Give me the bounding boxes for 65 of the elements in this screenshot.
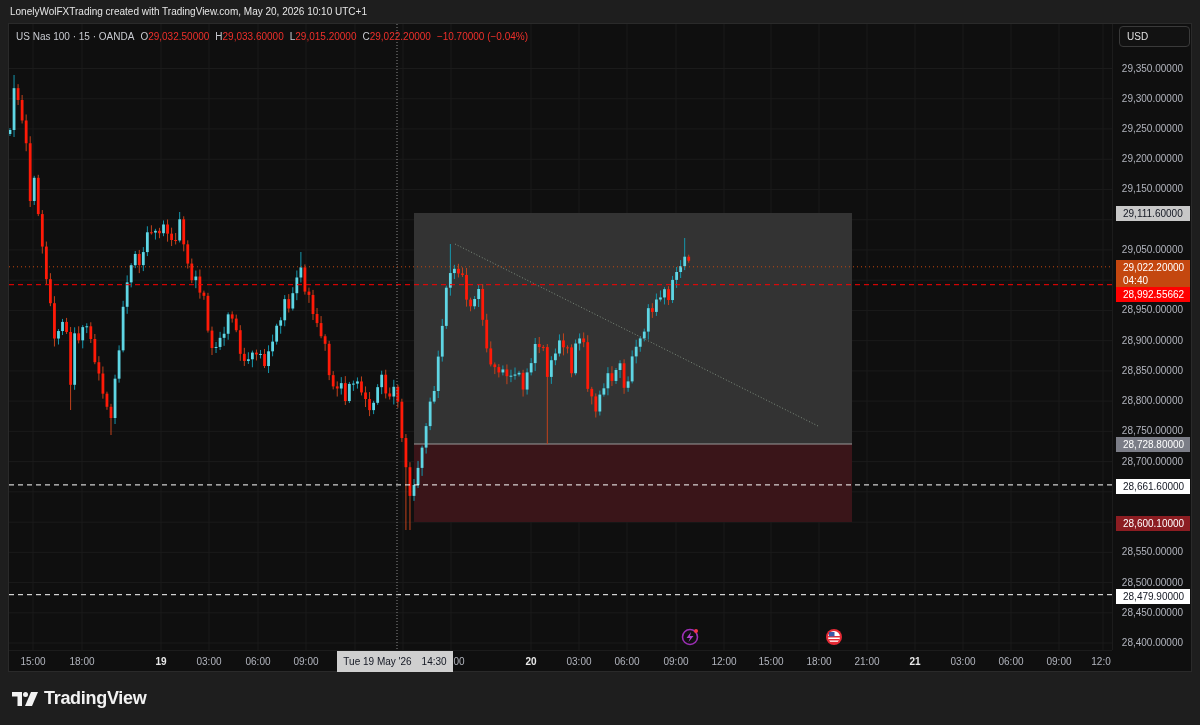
date-tick-label: 19 <box>155 655 167 669</box>
range-rectangle[interactable] <box>414 213 852 444</box>
time-tick-label: 06:00 <box>998 655 1024 669</box>
crosshair-date: Tue 19 May '26 <box>343 656 412 667</box>
time-tick-label: 21:00 <box>854 655 880 669</box>
time-tick-label: 03:00 <box>566 655 592 669</box>
time-tick-label: 18:00 <box>806 655 832 669</box>
price-label: 28,992.55662 <box>1116 287 1190 302</box>
price-tick-label: 28,550.00000 <box>1121 545 1183 560</box>
price-tick-label: 28,450.00000 <box>1121 605 1183 620</box>
ohlc-value: 29,015.20000 <box>295 30 357 43</box>
ohlc-value: 29,032.50000 <box>148 30 210 43</box>
price-tick-label: 29,350.00000 <box>1121 61 1183 76</box>
time-tick-label: 15:00 <box>758 655 784 669</box>
price-tick-label: 28,700.00000 <box>1121 454 1183 469</box>
price-tick-label: 28,950.00000 <box>1121 303 1183 318</box>
time-tick-label: 00 <box>453 655 465 669</box>
ohlc-value: 29,022.20000 <box>369 30 431 43</box>
ohlc-label: H <box>215 30 223 43</box>
time-tick-label: 03:00 <box>196 655 222 669</box>
symbol-name: US Nas 100 · 15 · OANDA <box>16 30 135 43</box>
price-change: −10.70000 (−0.04%) <box>436 30 529 43</box>
time-tick-label: 09:00 <box>663 655 689 669</box>
price-label: 28,600.10000 <box>1116 516 1190 531</box>
price-value: 29,022.20000 <box>1123 261 1185 274</box>
zone-rectangle[interactable] <box>414 444 852 522</box>
chart-caption: LonelyWolFXTrading created with TradingView.com, May 20, 2026 10:10 UTC+1 <box>10 6 367 17</box>
price-tick-label: 28,800.00000 <box>1121 394 1183 409</box>
ohlc-value: 29,033.60000 <box>222 30 284 43</box>
logo-icon <box>12 691 38 706</box>
price-label: 29,111.60000 <box>1116 206 1190 221</box>
price-tick-label: 28,900.00000 <box>1121 333 1183 348</box>
time-tick-label: 12:0 <box>1091 655 1111 669</box>
time-tick-label: 06:00 <box>614 655 640 669</box>
date-tick-label: 21 <box>909 655 921 669</box>
price-tick-label: 28,400.00000 <box>1121 636 1183 651</box>
brand-name: TradingView <box>44 688 147 709</box>
ohlc-label: L <box>289 30 296 43</box>
price-tick-label: 28,850.00000 <box>1121 363 1183 378</box>
price-tick-label: 29,250.00000 <box>1121 121 1183 136</box>
currency-button[interactable]: USD <box>1119 26 1190 47</box>
time-tick-label: 06:00 <box>245 655 271 669</box>
price-tick-label: 29,150.00000 <box>1121 182 1183 197</box>
price-tick-label: 29,300.00000 <box>1121 91 1183 106</box>
price-label: 28,728.80000 <box>1116 437 1190 452</box>
flag-icon[interactable] <box>826 629 842 645</box>
time-tick-label: 15:00 <box>20 655 46 669</box>
time-tick-label: 09:00 <box>1046 655 1072 669</box>
ohlc-label: C <box>362 30 370 43</box>
price-tick-label: 29,200.00000 <box>1121 152 1183 167</box>
time-tick-label: 03:00 <box>950 655 976 669</box>
trend-line[interactable] <box>454 243 819 427</box>
crosshair-time: 14:30 <box>421 656 447 667</box>
time-tick-label: 09:00 <box>293 655 319 669</box>
price-tick-label: 28,750.00000 <box>1121 424 1183 439</box>
time-tick-label: 12:00 <box>711 655 737 669</box>
ohlc-label: O <box>140 30 149 43</box>
lightning-icon[interactable] <box>681 628 699 646</box>
price-label: 28,661.60000 <box>1116 479 1190 494</box>
price-tick-label: 28,500.00000 <box>1121 575 1183 590</box>
time-tick-label: 18:00 <box>69 655 95 669</box>
price-label: 28,479.90000 <box>1116 589 1190 604</box>
countdown-timer: 04:40 <box>1123 274 1149 287</box>
date-tick-label: 20 <box>525 655 537 669</box>
price-tick-label: 29,050.00000 <box>1121 242 1183 257</box>
